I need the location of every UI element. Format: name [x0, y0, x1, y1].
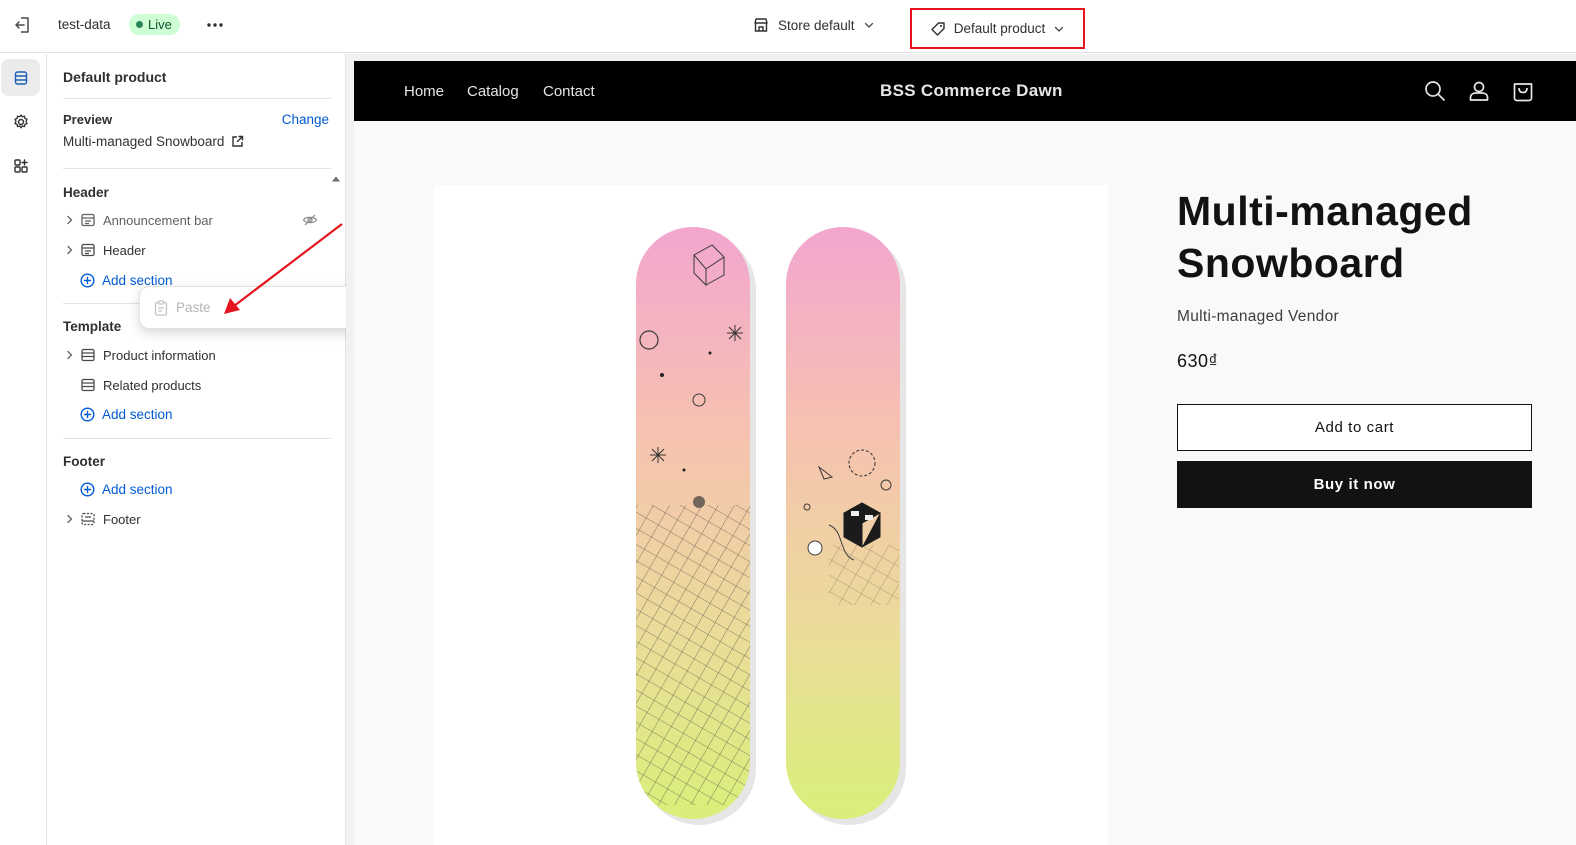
preview-product-name: Multi-managed Snowboard: [63, 134, 225, 149]
add-to-cart-button[interactable]: Add to cart: [1177, 404, 1532, 451]
template-selector[interactable]: Default product: [910, 8, 1085, 49]
status-badge-label: Live: [148, 17, 172, 32]
account-icon[interactable]: [1467, 79, 1491, 103]
sidebar-title: Default product: [63, 69, 167, 85]
group-title-footer: Footer: [63, 454, 105, 469]
divider: [63, 168, 331, 169]
exit-icon[interactable]: [12, 14, 34, 36]
chevron-right-icon[interactable]: [63, 512, 77, 526]
tag-icon: [930, 21, 946, 37]
store-selector-label: Store default: [778, 17, 855, 33]
hidden-eye-icon[interactable]: [302, 212, 318, 228]
plus-circle-icon: [80, 481, 95, 497]
paste-label: Paste: [176, 300, 211, 315]
sections-sidebar: Default product Preview Change Multi-man…: [47, 54, 346, 845]
template-selector-label: Default product: [953, 21, 1046, 36]
product-title: Multi-managed Snowboard: [1177, 188, 1473, 286]
live-dot-icon: [136, 21, 143, 28]
gear-icon[interactable]: [1, 103, 40, 140]
buy-now-button[interactable]: Buy it now: [1177, 461, 1532, 508]
section-label: Related products: [103, 377, 202, 393]
nav-home[interactable]: Home: [404, 83, 444, 100]
store-selector[interactable]: Store default: [752, 14, 875, 36]
group-title-template: Template: [63, 319, 122, 334]
section-label: Footer: [103, 511, 141, 527]
store-header: Home Catalog Contact BSS Commerce Dawn: [354, 61, 1576, 121]
theme-name: test-data: [58, 17, 111, 32]
left-rail: [0, 54, 47, 845]
section-row-announcement-bar[interactable]: Announcement bar: [63, 208, 325, 232]
divider: [63, 438, 331, 439]
chevron-right-icon[interactable]: [63, 348, 77, 362]
apps-icon[interactable]: [1, 147, 40, 184]
search-icon[interactable]: [1423, 79, 1447, 103]
store-icon: [752, 16, 770, 34]
storefront-preview: Home Catalog Contact BSS Commerce Dawn M…: [354, 61, 1576, 845]
change-preview-link[interactable]: Change: [282, 112, 329, 127]
product-price: 630₫: [1177, 351, 1219, 371]
section-layout-icon: [80, 242, 96, 258]
external-link-icon[interactable]: [231, 135, 244, 148]
chevron-down-icon: [863, 19, 875, 31]
section-label: Product information: [103, 347, 216, 363]
add-section-label: Add section: [102, 481, 173, 497]
snowboards-illustration: [636, 227, 906, 825]
sections-icon[interactable]: [1, 59, 40, 96]
add-section-label: Add section: [102, 406, 173, 422]
clipboard-icon: [154, 299, 168, 316]
section-layout-icon: [80, 511, 96, 527]
preview-product[interactable]: Multi-managed Snowboard: [63, 134, 244, 149]
chevron-right-icon[interactable]: [63, 213, 77, 227]
plus-circle-icon: [80, 406, 95, 422]
editor-topbar: test-data Live Store default Default pro…: [0, 0, 1576, 53]
chevron-right-icon[interactable]: [63, 243, 77, 257]
preview-label: Preview: [63, 112, 113, 127]
section-layout-icon: [80, 377, 96, 393]
section-label: Announcement bar: [103, 212, 213, 228]
store-title[interactable]: BSS Commerce Dawn: [880, 81, 1063, 101]
section-row-product-information[interactable]: Product information: [63, 343, 325, 367]
section-row-related-products[interactable]: Related products: [63, 373, 325, 397]
plus-circle-icon: [80, 272, 95, 288]
section-row-header[interactable]: Header: [63, 238, 325, 262]
status-badge: Live: [129, 14, 180, 35]
add-section-template[interactable]: Add section: [80, 403, 173, 425]
section-layout-icon: [80, 212, 96, 228]
more-actions-icon[interactable]: [203, 14, 227, 36]
group-title-header: Header: [63, 185, 109, 200]
section-row-footer[interactable]: Footer: [63, 507, 325, 531]
product-image[interactable]: [434, 185, 1108, 845]
divider: [63, 98, 331, 99]
section-label: Header: [103, 242, 146, 258]
cart-icon[interactable]: [1511, 79, 1535, 103]
collapse-caret-icon[interactable]: [331, 175, 341, 183]
nav-catalog[interactable]: Catalog: [467, 83, 519, 100]
add-section-footer[interactable]: Add section: [80, 478, 173, 500]
nav-contact[interactable]: Contact: [543, 83, 595, 100]
section-layout-icon: [80, 347, 96, 363]
chevron-down-icon: [1053, 23, 1065, 35]
product-vendor: Multi-managed Vendor: [1177, 308, 1339, 325]
